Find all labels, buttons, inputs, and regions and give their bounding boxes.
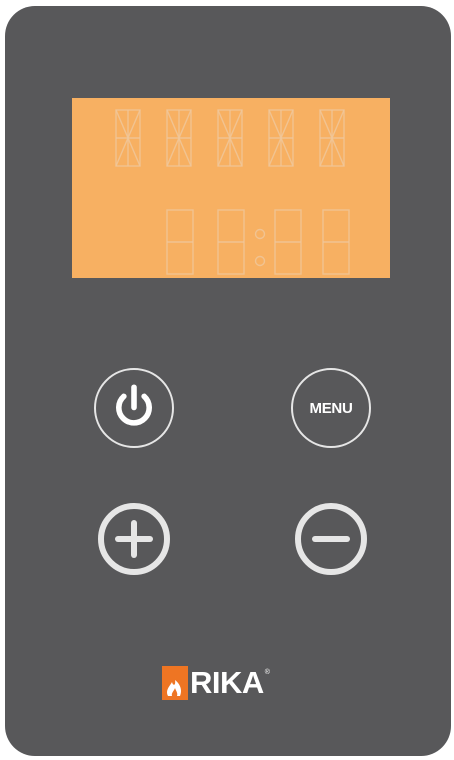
menu-button-label: MENU xyxy=(309,399,353,417)
minus-button[interactable] xyxy=(291,499,371,579)
lcd-digit-3 xyxy=(274,209,302,275)
lcd-char-4 xyxy=(268,109,294,167)
minus-icon xyxy=(295,503,367,575)
lcd-digit-4 xyxy=(322,209,350,275)
power-icon xyxy=(116,384,152,426)
registered-mark: ® xyxy=(264,669,270,676)
lcd-char-5 xyxy=(319,109,345,167)
brand-logo: RIKA ® xyxy=(162,663,270,703)
lcd-digit-1 xyxy=(166,209,194,275)
plus-icon xyxy=(98,503,170,575)
control-panel: MENU RIKA ® xyxy=(5,6,451,756)
lcd-colon xyxy=(254,228,266,267)
plus-button[interactable] xyxy=(94,499,174,579)
brand-name: RIKA xyxy=(190,665,264,700)
lcd-digit-2 xyxy=(217,209,245,275)
lcd-char-3 xyxy=(217,109,243,167)
lcd-char-2 xyxy=(166,109,192,167)
lcd-display xyxy=(72,98,390,278)
lcd-segments xyxy=(115,109,350,275)
menu-button[interactable]: MENU xyxy=(291,368,371,448)
lcd-char-1 xyxy=(115,109,141,167)
flame-icon xyxy=(162,666,188,700)
power-button[interactable] xyxy=(94,368,174,448)
